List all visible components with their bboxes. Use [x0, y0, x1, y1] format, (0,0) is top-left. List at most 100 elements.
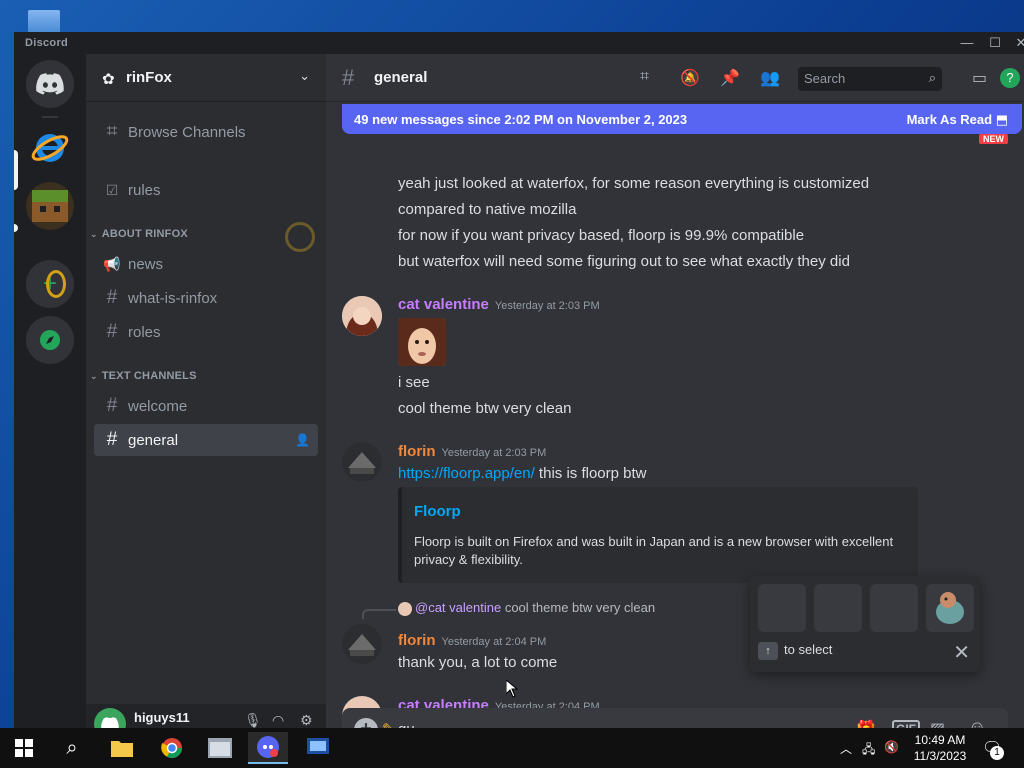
channel-roles[interactable]: # roles: [94, 316, 318, 348]
compass-icon: [40, 330, 60, 350]
channel-welcome[interactable]: # welcome: [94, 390, 318, 422]
app-title: Discord: [25, 37, 69, 49]
hash-icon: #: [106, 395, 118, 416]
sticker-slot[interactable]: [814, 584, 862, 632]
mark-read-icon: ⬒: [995, 112, 1008, 127]
gear-badge-icon: ✿: [102, 71, 115, 88]
channel-what-is-rinfox[interactable]: # what-is-rinfox: [94, 282, 318, 314]
close-button[interactable]: ✕: [1006, 32, 1024, 54]
channel-label: welcome: [128, 397, 188, 415]
message-line: but waterfox will need some figuring out…: [398, 253, 850, 270]
chrome-icon: [161, 738, 182, 758]
network-icon[interactable]: 🖧: [862, 740, 875, 761]
explore-servers-button[interactable]: [26, 316, 74, 364]
new-messages-bar[interactable]: 49 new messages since 2:02 PM on Novembe…: [342, 104, 1022, 134]
message-line: i see: [398, 374, 430, 391]
member-list-icon[interactable]: 👥: [760, 68, 780, 88]
sticker-slot[interactable]: [870, 584, 918, 632]
channel-label: what-is-rinfox: [128, 289, 218, 307]
message-author[interactable]: florin Yesterday at 2:03 PM: [398, 443, 546, 460]
message-line: https://floorp.app/en/ this is floorp bt…: [398, 465, 646, 482]
app2-button[interactable]: [298, 732, 338, 764]
bird-sticker-icon: [936, 592, 964, 624]
threads-icon[interactable]: ⌗: [640, 68, 649, 86]
arrow-up-icon: ↑: [758, 642, 778, 660]
mark-as-read-button[interactable]: Mark As Read ⬒: [907, 112, 1008, 128]
discord-icon: [257, 736, 279, 758]
new-messages-text: 49 new messages since 2:02 PM on Novembe…: [354, 112, 688, 127]
minimize-button[interactable]: —: [952, 32, 982, 54]
avatar[interactable]: [342, 296, 382, 336]
chevron-down-icon[interactable]: ⌄: [299, 68, 310, 84]
sticker-image[interactable]: [398, 318, 446, 366]
notification-ring-icon: [46, 270, 66, 298]
embed-title[interactable]: Floorp: [414, 503, 461, 520]
message-line: for now if you want privacy based, floor…: [398, 227, 805, 244]
settings-gear-icon[interactable]: ⚙: [300, 712, 313, 729]
message-timestamp: Yesterday at 2:03 PM: [441, 447, 547, 459]
author-name: florin: [398, 443, 436, 460]
start-button[interactable]: [4, 732, 44, 764]
help-icon[interactable]: ?: [1000, 68, 1020, 88]
close-icon[interactable]: ✕: [953, 640, 970, 665]
browse-channels[interactable]: ⌗ Browse Channels: [94, 116, 318, 148]
add-server-button[interactable]: +: [26, 260, 74, 308]
hash-icon: #: [342, 65, 355, 90]
volume-muted-icon[interactable]: 🔇: [884, 740, 899, 754]
category-about[interactable]: ⌄ ABOUT RINFOX: [90, 228, 188, 240]
message-author[interactable]: florin Yesterday at 2:04 PM: [398, 632, 546, 649]
discord-taskbar-button[interactable]: [248, 732, 288, 764]
server-rinfox[interactable]: [26, 124, 74, 172]
reply-connector: [362, 609, 396, 619]
file-explorer-button[interactable]: [102, 732, 142, 764]
category-text[interactable]: ⌄ TEXT CHANNELS: [90, 370, 197, 382]
reply-text: cool theme btw very clean: [504, 600, 656, 615]
sticker-slot[interactable]: [758, 584, 806, 632]
avatar[interactable]: [342, 624, 382, 664]
embed-description: Floorp is built on Firefox and was built…: [414, 534, 894, 567]
message-line: thank you, a lot to come: [398, 654, 558, 671]
caret-icon: ⌄: [90, 371, 98, 381]
message-timestamp: Yesterday at 2:03 PM: [494, 300, 600, 312]
megaphone-icon: 📢: [103, 255, 121, 272]
headphones-icon[interactable]: ◠: [272, 712, 284, 729]
sticker-slot[interactable]: [926, 584, 974, 632]
channel-rules[interactable]: ☑ rules: [94, 174, 318, 206]
channel-label: rules: [128, 181, 161, 199]
search-taskbar-button[interactable]: ⌕: [52, 732, 92, 764]
pin-icon[interactable]: 📌: [720, 68, 740, 88]
minecraft-server-icon: [32, 190, 68, 222]
message-line: cool theme btw very clean: [398, 400, 572, 417]
microphone-icon[interactable]: 🎙: [244, 712, 262, 729]
mark-as-read-label: Mark As Read: [906, 112, 993, 127]
home-button[interactable]: [26, 60, 74, 108]
guild-header[interactable]: ✿ rinFox ⌄: [86, 54, 326, 102]
search-placeholder: Search: [804, 71, 846, 86]
reply-preview[interactable]: @cat valentine cool theme btw very clean: [398, 600, 655, 616]
user-avatar-icon: [342, 624, 382, 664]
chrome-button[interactable]: [152, 732, 192, 764]
notification-badge: 1: [990, 746, 1004, 760]
clock[interactable]: 10:49 AM 11/3/2023: [905, 732, 975, 764]
caret-icon: ⌄: [90, 229, 98, 239]
clock-date: 11/3/2023: [913, 749, 967, 763]
chevron-up-icon[interactable]: ︿: [840, 740, 852, 757]
message-author[interactable]: cat valentine Yesterday at 2:03 PM: [398, 296, 600, 313]
new-divider-pill: NEW: [979, 134, 1008, 144]
mouse-cursor-icon: [506, 680, 518, 698]
guild-name: rinFox: [126, 69, 172, 86]
author-name: florin: [398, 632, 436, 649]
mute-bell-icon[interactable]: 🔕: [680, 68, 700, 88]
link-embed: Floorp Floorp is built on Firefox and wa…: [398, 487, 918, 583]
clock-time: 10:49 AM: [914, 733, 966, 747]
inbox-icon[interactable]: ▭: [972, 68, 987, 88]
add-member-icon[interactable]: 👤: [295, 433, 310, 447]
channel-general[interactable]: # general 👤: [94, 424, 318, 456]
message-link[interactable]: https://floorp.app/en/: [398, 465, 535, 482]
server-minecraft[interactable]: [26, 182, 74, 230]
search-input[interactable]: Search ⌕: [798, 67, 942, 91]
chat-area: # general ⌗ 🔕 📌 👥 Search ⌕ ▭ ? 49 new me…: [326, 54, 1024, 736]
app-button[interactable]: [200, 732, 240, 764]
avatar[interactable]: [342, 442, 382, 482]
channel-news[interactable]: 📢 news: [94, 248, 318, 280]
